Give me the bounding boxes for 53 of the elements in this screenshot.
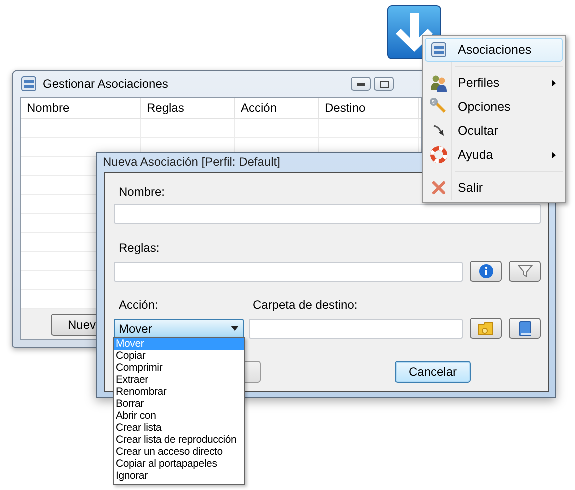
- dropdown-option[interactable]: Crear lista: [114, 422, 244, 434]
- destination-field[interactable]: [249, 318, 463, 338]
- rules-field[interactable]: [114, 262, 463, 282]
- column-header[interactable]: Destino: [319, 98, 419, 118]
- filter-button[interactable]: [509, 261, 541, 282]
- dropdown-option[interactable]: Crear un acceso directo: [114, 446, 244, 458]
- menu-item[interactable]: Perfiles: [425, 71, 563, 95]
- book-icon: [518, 320, 532, 336]
- maximize-icon: [380, 80, 388, 88]
- info-icon: [478, 264, 494, 279]
- minimize-icon: [357, 82, 365, 86]
- dropdown-option[interactable]: Copiar al portapapeles: [114, 458, 244, 470]
- field-label: Reglas:: [119, 241, 160, 255]
- name-field[interactable]: [114, 204, 541, 224]
- dropdown-option[interactable]: Comprimir: [114, 362, 244, 374]
- submenu-arrow-icon: [552, 80, 556, 86]
- submenu-arrow-icon: [552, 152, 556, 158]
- dropdown-option[interactable]: Abrir con: [114, 410, 244, 422]
- column-header[interactable]: Nombre: [21, 98, 141, 118]
- book-button[interactable]: [509, 318, 541, 339]
- arrow-icon: [432, 124, 446, 138]
- filter-icon: [518, 265, 532, 278]
- lifebuoy-icon: [430, 146, 448, 164]
- people-icon: [430, 74, 448, 92]
- folder-button[interactable]: [470, 318, 502, 339]
- menu-item[interactable]: Salir: [425, 176, 563, 200]
- dropdown-option[interactable]: Extraer: [114, 374, 244, 386]
- menu-item[interactable]: Ayuda: [425, 143, 563, 167]
- dropdown-option[interactable]: Ignorar: [114, 470, 244, 482]
- caret-icon: [231, 326, 239, 331]
- field-label: Carpeta de destino:: [253, 298, 358, 312]
- action-dropdown[interactable]: Mover: [114, 318, 244, 338]
- field-label: Acción:: [119, 298, 160, 312]
- menu-item[interactable]: Ocultar: [425, 119, 563, 143]
- info-button[interactable]: [470, 261, 502, 282]
- window-title: Gestionar Asociaciones: [43, 77, 168, 91]
- maximize-button[interactable]: [374, 77, 394, 91]
- dialog-title: Nueva Asociación [Perfil: Default]: [103, 155, 280, 169]
- column-header[interactable]: Acción: [235, 98, 319, 118]
- close-icon: [431, 180, 447, 196]
- menu-item[interactable]: Asociaciones: [425, 38, 563, 62]
- column-header[interactable]: Reglas: [141, 98, 235, 118]
- dropdown-option[interactable]: Copiar: [114, 350, 244, 362]
- cancel-button[interactable]: Cancelar: [395, 361, 471, 383]
- dropdown-option[interactable]: Borrar: [114, 398, 244, 410]
- menu-item[interactable]: Opciones: [425, 95, 563, 119]
- list-icon: [21, 76, 37, 92]
- list-icon: [431, 42, 447, 58]
- field-label: Nombre:: [119, 185, 166, 199]
- dropdown-option[interactable]: Renombrar: [114, 386, 244, 398]
- dropdown-option[interactable]: Crear lista de reproducción: [114, 434, 244, 446]
- minimize-button[interactable]: [351, 77, 371, 91]
- folder-icon: [478, 322, 494, 336]
